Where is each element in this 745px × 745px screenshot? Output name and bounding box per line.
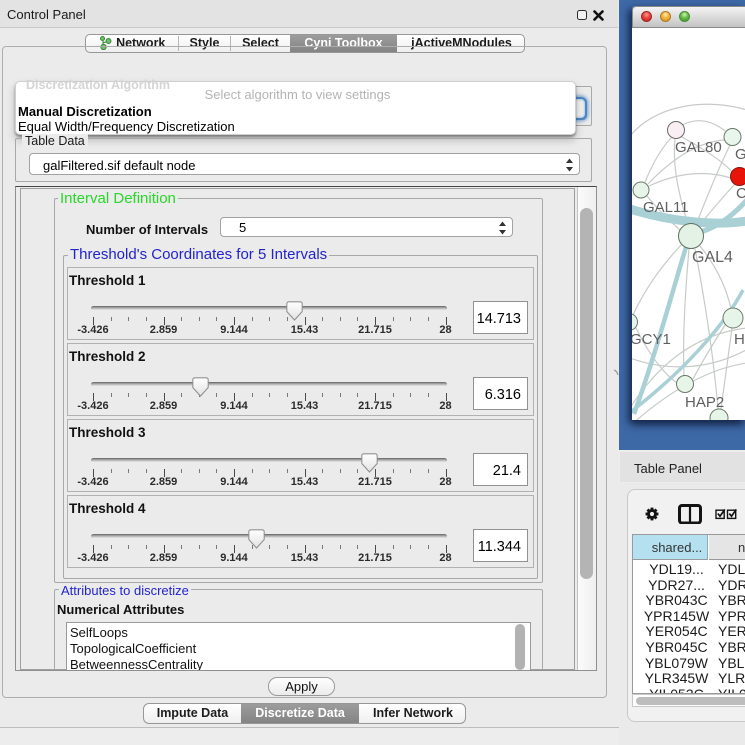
svg-text:HAP2: HAP2 (685, 394, 724, 411)
svg-text:CC: CC (736, 185, 745, 202)
svg-text:GAL80: GAL80 (675, 139, 722, 156)
svg-text:HI: HI (734, 331, 745, 348)
svg-text:GAL11: GAL11 (643, 199, 689, 216)
svg-text:GAL4: GAL4 (692, 249, 733, 266)
svg-text:GCY1: GCY1 (632, 331, 671, 348)
svg-text:GA: GA (735, 146, 745, 163)
